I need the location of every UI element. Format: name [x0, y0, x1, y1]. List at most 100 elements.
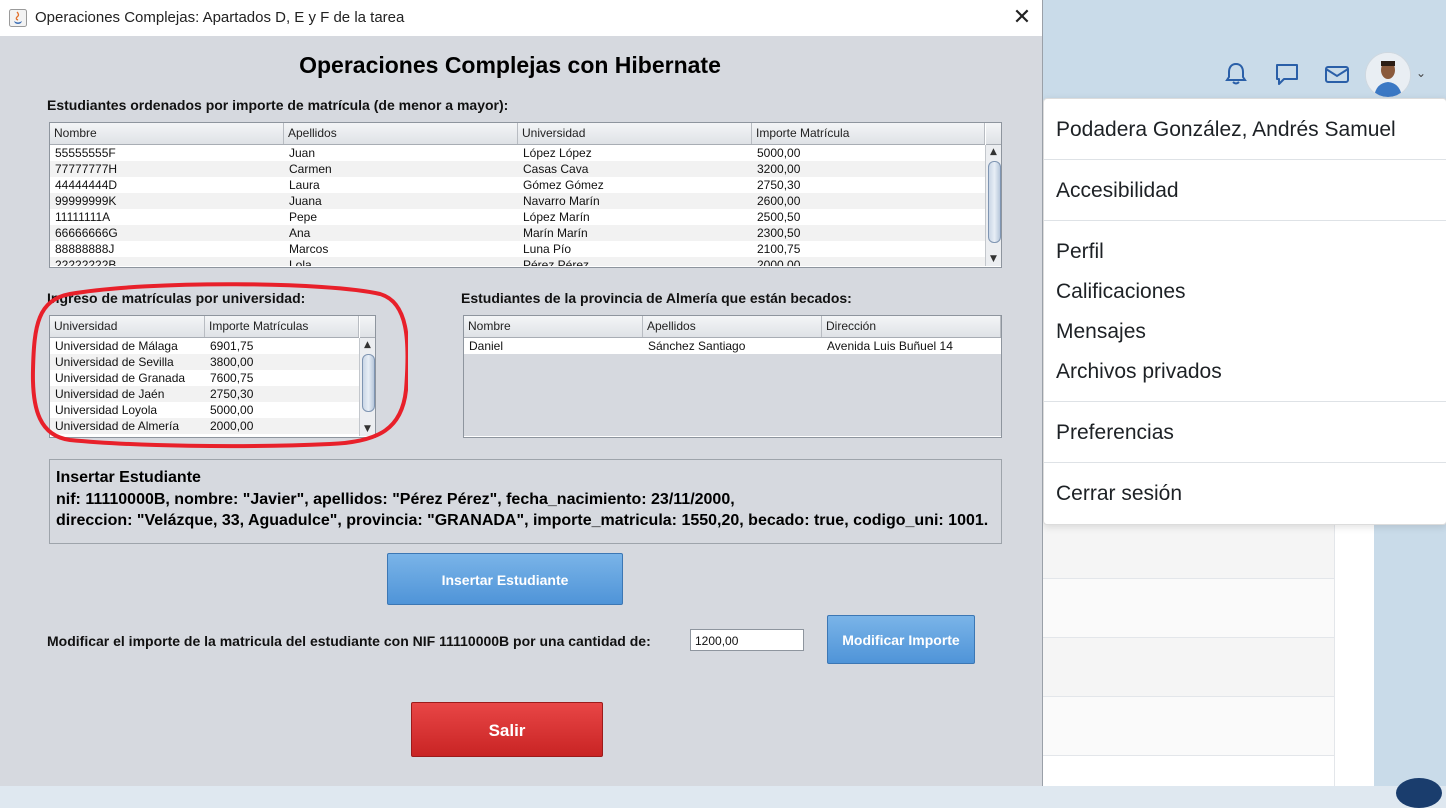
list-item [1042, 638, 1334, 697]
column-header-importe[interactable]: Importe Matrícula [752, 123, 985, 144]
annotation-circle [30, 282, 408, 449]
cell-nombre: 99999999K [55, 194, 117, 208]
table-header: Nombre Apellidos Universidad Importe Mat… [50, 123, 985, 145]
cell-importe: 2600,00 [757, 194, 801, 208]
title-bar: Operaciones Complejas: Apartados D, E y … [0, 0, 1042, 36]
cell-universidad: López López [523, 146, 592, 160]
table-row[interactable]: 77777777H Carmen Casas Cava 3200,00 [50, 161, 985, 177]
cell-universidad: Luna Pío [523, 242, 572, 256]
cell-universidad: Marín Marín [523, 226, 588, 240]
menu-item-perfil[interactable]: Perfil [1056, 240, 1104, 264]
cell-importe: 3200,00 [757, 162, 801, 176]
site-content-list [1042, 520, 1334, 786]
cell-importe: 2100,75 [757, 242, 801, 256]
cell-apellidos: Marcos [289, 242, 329, 256]
column-header-apellidos[interactable]: Apellidos [284, 123, 518, 144]
cell-importe: 5000,00 [757, 146, 801, 160]
table-row[interactable]: 99999999K Juana Navarro Marín 2600,00 [50, 193, 985, 209]
cell-nombre: Daniel [469, 339, 504, 353]
list-item [1042, 520, 1334, 579]
menu-item-calificaciones[interactable]: Calificaciones [1056, 280, 1186, 304]
table-row[interactable]: 44444444D Laura Gómez Gómez 2750,30 [50, 177, 985, 193]
cell-apellidos: Sánchez Santiago [648, 339, 746, 353]
menu-divider [1044, 159, 1446, 160]
app-window: Operaciones Complejas: Apartados D, E y … [0, 0, 1043, 786]
list-item [1042, 697, 1334, 756]
menu-item-preferencias[interactable]: Preferencias [1056, 421, 1174, 445]
modify-label: Modificar el importe de la matricula del… [47, 633, 651, 649]
cell-apellidos: Carmen [289, 162, 332, 176]
table-row[interactable]: 22222222B Lola Pérez Pérez 2000,00 [50, 257, 985, 266]
java-app-icon [9, 9, 27, 27]
menu-item-archivos-privados[interactable]: Archivos privados [1056, 360, 1222, 384]
cell-nombre: 55555555F [55, 146, 116, 160]
cell-apellidos: Pepe [289, 210, 318, 224]
menu-divider [1044, 401, 1446, 402]
bell-icon[interactable] [1222, 60, 1250, 88]
site-content-side [1334, 520, 1375, 786]
cell-universidad: Casas Cava [523, 162, 589, 176]
user-name: Podadera González, Andrés Samuel [1056, 118, 1396, 141]
chat-icon[interactable] [1273, 60, 1301, 88]
scholarships-table[interactable]: Nombre Apellidos Dirección Daniel Sánche… [463, 315, 1002, 438]
scroll-up-icon[interactable]: ▲ [986, 145, 1001, 159]
mail-icon[interactable] [1323, 60, 1351, 88]
cell-universidad: López Marín [523, 210, 590, 224]
insert-panel-line-2: direccion: "Velázque, 33, Aguadulce", pr… [56, 512, 989, 529]
table-row[interactable]: 88888888J Marcos Luna Pío 2100,75 [50, 241, 985, 257]
modify-amount-button[interactable]: Modificar Importe [827, 615, 975, 664]
column-header-universidad[interactable]: Universidad [518, 123, 752, 144]
column-header-nombre[interactable]: Nombre [50, 123, 284, 144]
students-label: Estudiantes ordenados por importe de mat… [47, 97, 509, 113]
exit-button[interactable]: Salir [411, 702, 603, 757]
menu-divider [1044, 220, 1446, 221]
insert-student-button[interactable]: Insertar Estudiante [387, 553, 623, 605]
scroll-down-icon[interactable]: ▼ [986, 252, 1001, 266]
cell-nombre: 77777777H [55, 162, 118, 176]
menu-item-accesibilidad[interactable]: Accesibilidad [1056, 179, 1179, 203]
cell-nombre: 88888888J [55, 242, 115, 256]
scholarships-label: Estudiantes de la provincia de Almería q… [461, 290, 852, 306]
cell-nombre: 22222222B [55, 258, 117, 266]
students-table[interactable]: Nombre Apellidos Universidad Importe Mat… [49, 122, 1002, 268]
column-header-nombre[interactable]: Nombre [464, 316, 643, 337]
cell-importe: 2750,30 [757, 178, 801, 192]
insert-panel-line-1: nif: 11110000B, nombre: "Javier", apelli… [56, 491, 735, 508]
table-header: Nombre Apellidos Dirección [464, 316, 1001, 338]
scholarships-table-body: Daniel Sánchez Santiago Avenida Luis Buñ… [464, 338, 1001, 436]
column-header-apellidos[interactable]: Apellidos [643, 316, 822, 337]
user-menu-dropdown: Podadera González, Andrés Samuel Accesib… [1043, 98, 1446, 525]
chevron-down-icon[interactable]: ⌄ [1416, 66, 1426, 80]
scroll-thumb[interactable] [988, 161, 1001, 243]
cell-apellidos: Ana [289, 226, 311, 240]
column-header-direccion[interactable]: Dirección [822, 316, 1001, 337]
cell-nombre: 11111111A [55, 210, 111, 224]
avatar[interactable] [1365, 52, 1411, 98]
floating-help-button[interactable] [1396, 778, 1442, 808]
cell-nombre: 44444444D [55, 178, 118, 192]
cell-apellidos: Lola [289, 258, 312, 266]
window-title: Operaciones Complejas: Apartados D, E y … [35, 9, 405, 26]
table-row[interactable]: 66666666G Ana Marín Marín 2300,50 [50, 225, 985, 241]
menu-item-cerrar-sesion[interactable]: Cerrar sesión [1056, 482, 1182, 506]
amount-input[interactable]: 1200,00 [690, 629, 804, 651]
menu-item-mensajes[interactable]: Mensajes [1056, 320, 1146, 344]
close-icon[interactable]: ✕ [1010, 4, 1034, 32]
cell-apellidos: Juan [289, 146, 316, 160]
cell-importe: 2500,50 [757, 210, 801, 224]
cell-universidad: Gómez Gómez [523, 178, 604, 192]
table-row[interactable]: 11111111A Pepe López Marín 2500,50 [50, 209, 985, 225]
table-row[interactable]: 55555555F Juan López López 5000,00 [50, 145, 985, 161]
vertical-scrollbar[interactable]: ▲ ▼ [985, 145, 1001, 266]
table-row[interactable]: Daniel Sánchez Santiago Avenida Luis Buñ… [464, 338, 1001, 354]
insert-panel-title: Insertar Estudiante [56, 469, 201, 486]
cell-nombre: 66666666G [55, 226, 118, 240]
insert-student-panel: Insertar Estudiante nif: 11110000B, nomb… [49, 459, 1002, 544]
list-item [1042, 579, 1334, 638]
cell-apellidos: Laura [289, 178, 320, 192]
students-table-body: 55555555F Juan López López 5000,00 77777… [50, 145, 985, 266]
page-title: Operaciones Complejas con Hibernate [299, 52, 721, 78]
cell-universidad: Pérez Pérez [523, 258, 590, 266]
cell-importe: 2300,50 [757, 226, 801, 240]
cell-apellidos: Juana [289, 194, 322, 208]
